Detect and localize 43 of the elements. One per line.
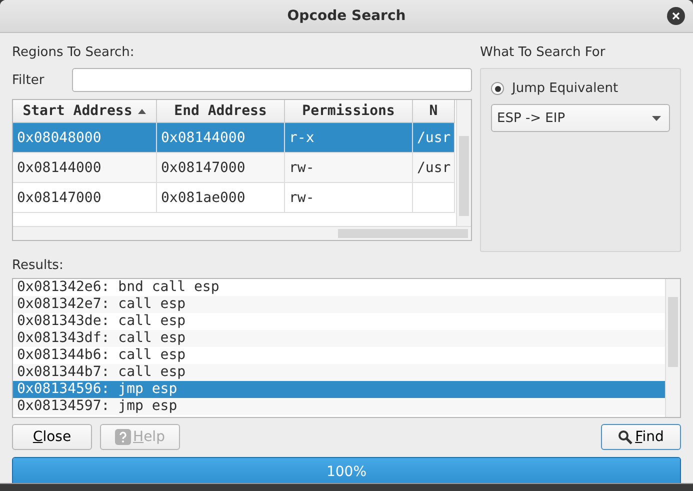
table-cell: 0x08147000	[13, 183, 157, 213]
result-item[interactable]: 0x08134597: jmp esp	[13, 398, 665, 415]
table-cell: 0x08144000	[13, 153, 157, 183]
find-button[interactable]: Find	[601, 424, 681, 450]
section-label: What To Search For	[480, 44, 606, 62]
search-icon	[618, 430, 634, 444]
table-cell: 0x081ae000	[157, 183, 285, 213]
radio-label[interactable]: Jump Equivalent	[512, 81, 618, 96]
table-cell	[413, 183, 455, 213]
table-cell: 0x08147000	[157, 153, 285, 183]
progress-text: 100%	[325, 462, 368, 482]
table-cell: 0x08048000	[13, 123, 157, 153]
result-item[interactable]: 0x081342e6: bnd call esp	[13, 279, 665, 296]
table-cell: /usr	[413, 153, 455, 183]
horizontal-scrollbar[interactable]	[13, 226, 471, 240]
close-button[interactable]: Close	[12, 424, 92, 450]
vertical-scrollbar[interactable]	[456, 100, 471, 226]
vertical-scrollbar[interactable]	[665, 279, 680, 417]
filter-label: Filter	[12, 72, 46, 88]
result-item[interactable]: 0x081344b7: call esp	[13, 364, 665, 381]
section-label: Regions To Search:	[12, 44, 136, 62]
table-cell: 0x08144000	[157, 123, 285, 153]
result-item[interactable]: 0x081342e7: call esp	[13, 296, 665, 313]
window-title: Opcode Search	[287, 8, 406, 24]
result-item[interactable]: 0x081343de: call esp	[13, 313, 665, 330]
table-cell: rw-	[285, 153, 413, 183]
column-header[interactable]: Start Address	[13, 100, 157, 123]
filter-field[interactable]	[72, 68, 472, 92]
caret-icon	[652, 116, 661, 120]
section-label: Results:	[12, 256, 64, 274]
result-item[interactable]: 0x081344b6: call esp	[13, 347, 665, 364]
column-header[interactable]: End Address	[157, 100, 285, 123]
table-cell: rw-	[285, 183, 413, 213]
table-cell: r-x	[285, 123, 413, 153]
close-icon[interactable]	[667, 7, 685, 25]
table-cell: /usr	[413, 123, 455, 153]
help-icon	[115, 429, 132, 445]
column-header[interactable]: Permissions	[285, 100, 413, 123]
result-item[interactable]: 0x08134596: jmp esp	[13, 381, 665, 398]
result-item[interactable]: 0x081343df: call esp	[13, 330, 665, 347]
register-dropdown[interactable]: ESP -> EIP	[491, 104, 670, 132]
column-header[interactable]: N	[413, 100, 455, 123]
radio-button[interactable]	[491, 82, 504, 95]
